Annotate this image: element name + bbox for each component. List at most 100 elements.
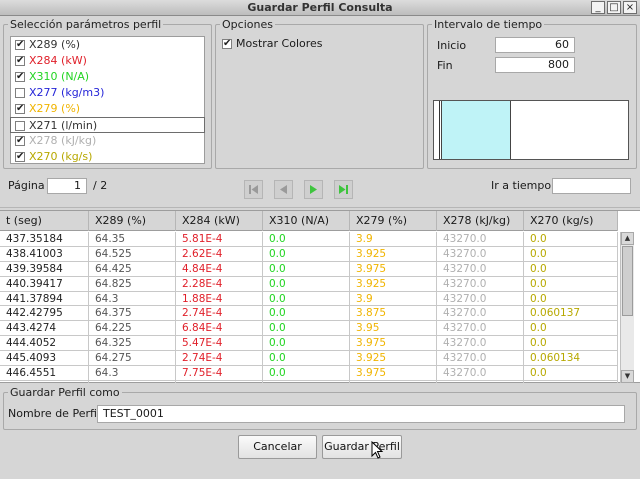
- scroll-thumb[interactable]: [622, 246, 633, 316]
- table-cell: 0.0: [524, 336, 618, 351]
- param-label: X271 (l/min): [29, 119, 98, 132]
- param-checkbox[interactable]: [15, 121, 25, 131]
- table-body: 437.35184 64.35 5.81E-4 0.0 3.9 43270.0 0.0 438…: [0, 232, 618, 383]
- table-row[interactable]: 438.41003 64.525 2.62E-4 0.0 3.925 43270.0 0.0: [0, 246, 618, 262]
- last-page-icon: [339, 185, 348, 194]
- maximize-button[interactable]: □: [607, 1, 621, 14]
- scroll-down-arrow[interactable]: ▼: [621, 370, 634, 383]
- column-header[interactable]: X270 (kg/s): [524, 211, 618, 231]
- param-checkbox[interactable]: ✔: [15, 72, 25, 82]
- scroll-up-arrow[interactable]: ▲: [621, 232, 634, 245]
- table-cell: 43270.0: [437, 351, 524, 366]
- show-colors-label: Mostrar Colores: [236, 37, 323, 50]
- table-cell: 0.0: [524, 232, 618, 246]
- table-cell: 64.225: [89, 321, 176, 336]
- param-list-item[interactable]: ✔ X279 (%): [11, 101, 204, 117]
- first-page-icon: [249, 185, 258, 194]
- minimize-button[interactable]: _: [591, 1, 605, 14]
- table-row[interactable]: 441.37894 64.3 1.88E-4 0.0 3.9 43270.0 0.0: [0, 291, 618, 307]
- table-cell: 0.0: [524, 276, 618, 291]
- table-cell: 0.0: [263, 351, 350, 366]
- table-cell: 0.0: [524, 366, 618, 381]
- previous-page-button[interactable]: [274, 180, 293, 199]
- param-label: X277 (kg/m3): [29, 86, 105, 99]
- column-header[interactable]: t (seg): [0, 211, 89, 231]
- param-list-item[interactable]: ✔ X278 (kJ/kg): [11, 133, 204, 149]
- param-list-item[interactable]: ✔ X310 (N/A): [11, 69, 204, 85]
- column-header[interactable]: X278 (kJ/kg): [437, 211, 524, 231]
- range-start-marker: [439, 101, 440, 159]
- column-header[interactable]: X289 (%): [89, 211, 176, 231]
- param-checkbox[interactable]: ✔: [15, 56, 25, 66]
- table-vertical-scrollbar[interactable]: ▲ ▼: [620, 232, 634, 383]
- table-cell: 3.925: [350, 246, 437, 261]
- time-interval-group: Intervalo de tiempo Inicio 60 Fin 800: [427, 18, 637, 169]
- table-cell: 440.39417: [0, 276, 89, 291]
- table-cell: 0.0: [263, 261, 350, 276]
- title-bar: Guardar Perfil Consulta _ □ ×: [0, 0, 640, 16]
- table-cell: 0.0: [524, 380, 618, 383]
- end-time-input[interactable]: 800: [495, 57, 575, 73]
- param-list-item[interactable]: ✔ X289 (%): [11, 37, 204, 53]
- param-checkbox[interactable]: [15, 88, 25, 98]
- first-page-button[interactable]: [244, 180, 263, 199]
- page-input[interactable]: 1: [47, 178, 87, 194]
- start-label: Inicio: [437, 39, 467, 52]
- next-page-button[interactable]: [304, 180, 323, 199]
- param-label: X310 (N/A): [29, 70, 90, 83]
- table-cell: 2.62E-4: [176, 246, 263, 261]
- table-cell: 437.35184: [0, 232, 89, 246]
- table-row[interactable]: 443.4274 64.225 6.84E-4 0.0 3.95 43270.0 0.0: [0, 321, 618, 337]
- param-checkbox[interactable]: ✔: [15, 152, 25, 162]
- time-range-preview[interactable]: [433, 100, 629, 160]
- cancel-button[interactable]: Cancelar: [238, 435, 317, 459]
- param-list-item[interactable]: ✔ X284 (kW): [11, 53, 204, 69]
- table-cell: 6.84E-4: [176, 321, 263, 336]
- column-header[interactable]: X310 (N/A): [263, 211, 350, 231]
- table-row[interactable]: 447.4514364.3251.54E-40.04.0543270.00.0: [0, 380, 618, 383]
- table-row[interactable]: 446.4551 64.3 7.75E-4 0.0 3.975 43270.0 0.0: [0, 366, 618, 381]
- param-checkbox[interactable]: ✔: [15, 136, 25, 146]
- table-row[interactable]: 437.35184 64.35 5.81E-4 0.0 3.9 43270.0 0.0: [0, 232, 618, 247]
- param-checkbox[interactable]: ✔: [15, 40, 25, 50]
- table-row[interactable]: 442.42795 64.375 2.74E-4 0.0 3.875 43270.0 0.0…: [0, 306, 618, 322]
- show-colors-checkbox[interactable]: ✔: [222, 39, 232, 49]
- table-cell: 2.74E-4: [176, 351, 263, 366]
- table-cell: 64.825: [89, 276, 176, 291]
- table-cell: 0.060134: [524, 351, 618, 366]
- column-header[interactable]: X284 (kW): [176, 211, 263, 231]
- table-cell: 446.4551: [0, 366, 89, 381]
- param-list-item[interactable]: X277 (kg/m3): [11, 85, 204, 101]
- last-page-button[interactable]: [334, 180, 353, 199]
- profile-params-list[interactable]: ✔ X289 (%) ✔ X284 (kW) ✔ X310 (N/A) X277 (kg/m…: [10, 36, 205, 164]
- page-label: Página: [8, 179, 45, 192]
- table-cell: 43270.0: [437, 336, 524, 351]
- table-cell: 43270.0: [437, 380, 524, 383]
- table-row[interactable]: 439.39584 64.425 4.84E-4 0.0 3.975 43270.0 0.0: [0, 261, 618, 277]
- mouse-cursor-icon: [371, 441, 384, 459]
- selected-time-range[interactable]: [441, 101, 511, 159]
- param-list-item[interactable]: X271 (l/min): [10, 117, 205, 133]
- table-cell: 3.925: [350, 276, 437, 291]
- profile-name-input[interactable]: TEST_0001: [97, 405, 625, 423]
- param-label: X270 (kg/s): [29, 150, 93, 163]
- table-cell: 43270.0: [437, 306, 524, 321]
- param-checkbox[interactable]: ✔: [15, 104, 25, 114]
- table-cell: 0.0: [263, 366, 350, 381]
- column-header[interactable]: X279 (%): [350, 211, 437, 231]
- start-time-input[interactable]: 60: [495, 37, 575, 53]
- save-profile-button[interactable]: Guardar Perfil: [322, 435, 402, 459]
- table-cell: 3.95: [350, 321, 437, 336]
- table-row[interactable]: 445.4093 64.275 2.74E-4 0.0 3.925 43270.0 0.06…: [0, 351, 618, 367]
- table-cell: 64.525: [89, 246, 176, 261]
- table-cell: 64.325: [89, 380, 176, 383]
- close-button[interactable]: ×: [623, 1, 637, 14]
- goto-time-input[interactable]: [552, 178, 631, 194]
- table-row[interactable]: 440.39417 64.825 2.28E-4 0.0 3.925 43270.0 0.0: [0, 276, 618, 292]
- show-colors-option[interactable]: ✔ Mostrar Colores: [222, 36, 323, 52]
- table-row[interactable]: 444.4052 64.325 5.47E-4 0.0 3.975 43270.0 0.0: [0, 336, 618, 352]
- table-cell: 0.0: [263, 336, 350, 351]
- table-cell: 5.81E-4: [176, 232, 263, 246]
- param-list-item[interactable]: ✔ X270 (kg/s): [11, 149, 204, 165]
- table-cell: 3.975: [350, 261, 437, 276]
